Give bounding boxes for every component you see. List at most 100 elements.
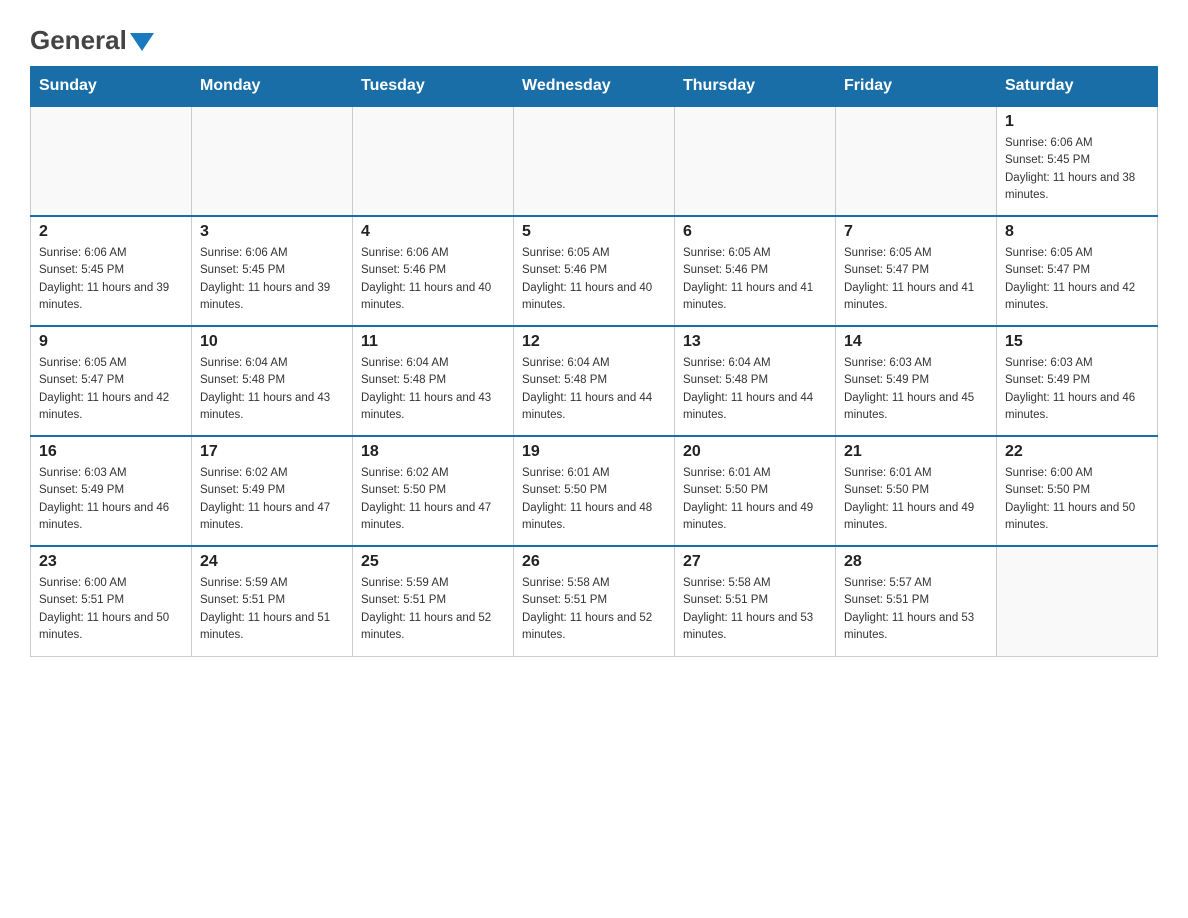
calendar-table: SundayMondayTuesdayWednesdayThursdayFrid… (30, 66, 1158, 657)
calendar-cell: 7Sunrise: 6:05 AM Sunset: 5:47 PM Daylig… (836, 216, 997, 326)
day-info: Sunrise: 6:06 AM Sunset: 5:46 PM Dayligh… (361, 245, 505, 314)
day-info: Sunrise: 6:04 AM Sunset: 5:48 PM Dayligh… (200, 355, 344, 424)
day-info: Sunrise: 6:05 AM Sunset: 5:46 PM Dayligh… (522, 245, 666, 314)
calendar-cell: 19 Sunrise: 6:01 AM Sunset: 5:50 PM Dayli… (514, 436, 675, 546)
calendar-cell: 11 Sunrise: 6:04 AM Sunset: 5:48 PM Dayli… (353, 326, 514, 436)
day-number: 20 (683, 443, 827, 461)
day-number: 6 (683, 223, 827, 241)
calendar-cell: 24 Sunrise: 5:59 AM Sunset: 5:51 PM Dayli… (192, 546, 353, 656)
calendar-cell (192, 106, 353, 216)
calendar-cell: 10 Sunrise: 6:04 AM Sunset: 5:48 PM Dayli… (192, 326, 353, 436)
day-number: 23 (39, 553, 183, 571)
calendar-cell (514, 106, 675, 216)
day-number: 4 (361, 223, 505, 241)
day-number: 5 (522, 223, 666, 241)
day-of-week-header: Sunday (31, 67, 192, 107)
day-number: 19 (522, 443, 666, 461)
calendar-cell: 25 Sunrise: 5:59 AM Sunset: 5:51 PM Dayli… (353, 546, 514, 656)
day-number: 14 (844, 333, 988, 351)
day-info: Sunrise: 6:00 AM Sunset: 5:51 PM Dayligh… (39, 575, 183, 644)
calendar-cell: 2 Sunrise: 6:06 AM Sunset: 5:45 PM Daylig… (31, 216, 192, 326)
day-number: 2 (39, 223, 183, 241)
page-header: General (30, 20, 1158, 56)
day-info: Sunrise: 6:03 AM Sunset: 5:49 PM Dayligh… (1005, 355, 1149, 424)
day-number: 7 (844, 223, 988, 241)
calendar-cell: 8 Sunrise: 6:05 AM Sunset: 5:47 PM Daylig… (997, 216, 1158, 326)
day-number: 22 (1005, 443, 1149, 461)
logo-arrow-icon (130, 33, 154, 51)
day-number: 10 (200, 333, 344, 351)
day-of-week-header: Monday (192, 67, 353, 107)
day-number: 3 (200, 223, 344, 241)
day-of-week-header: Tuesday (353, 67, 514, 107)
day-info: Sunrise: 6:06 AM Sunset: 5:45 PM Dayligh… (39, 245, 183, 314)
calendar-cell: 17 Sunrise: 6:02 AM Sunset: 5:49 PM Dayli… (192, 436, 353, 546)
calendar-week-row: 16 Sunrise: 6:03 AM Sunset: 5:49 PM Dayli… (31, 436, 1158, 546)
day-info: Sunrise: 6:02 AM Sunset: 5:49 PM Dayligh… (200, 465, 344, 534)
calendar-cell: 13 Sunrise: 6:04 AM Sunset: 5:48 PM Dayli… (675, 326, 836, 436)
day-number: 25 (361, 553, 505, 571)
calendar-cell: 14 Sunrise: 6:03 AM Sunset: 5:49 PM Dayli… (836, 326, 997, 436)
day-info: Sunrise: 6:05 AM Sunset: 5:47 PM Dayligh… (39, 355, 183, 424)
calendar-cell: 5 Sunrise: 6:05 AM Sunset: 5:46 PM Daylig… (514, 216, 675, 326)
day-number: 26 (522, 553, 666, 571)
calendar-cell (836, 106, 997, 216)
day-info: Sunrise: 6:03 AM Sunset: 5:49 PM Dayligh… (39, 465, 183, 534)
calendar-cell: 1Sunrise: 6:06 AM Sunset: 5:45 PM Daylig… (997, 106, 1158, 216)
calendar-cell: 4 Sunrise: 6:06 AM Sunset: 5:46 PM Daylig… (353, 216, 514, 326)
calendar-header-row: SundayMondayTuesdayWednesdayThursdayFrid… (31, 67, 1158, 107)
day-info: Sunrise: 5:58 AM Sunset: 5:51 PM Dayligh… (683, 575, 827, 644)
calendar-cell: 28 Sunrise: 5:57 AM Sunset: 5:51 PM Dayli… (836, 546, 997, 656)
day-info: Sunrise: 5:59 AM Sunset: 5:51 PM Dayligh… (200, 575, 344, 644)
day-number: 17 (200, 443, 344, 461)
day-number: 18 (361, 443, 505, 461)
day-number: 8 (1005, 223, 1149, 241)
day-info: Sunrise: 6:00 AM Sunset: 5:50 PM Dayligh… (1005, 465, 1149, 534)
day-number: 9 (39, 333, 183, 351)
calendar-cell: 27 Sunrise: 5:58 AM Sunset: 5:51 PM Dayli… (675, 546, 836, 656)
calendar-cell (997, 546, 1158, 656)
day-number: 28 (844, 553, 988, 571)
day-of-week-header: Saturday (997, 67, 1158, 107)
calendar-week-row: 9 Sunrise: 6:05 AM Sunset: 5:47 PM Daylig… (31, 326, 1158, 436)
day-info: Sunrise: 6:02 AM Sunset: 5:50 PM Dayligh… (361, 465, 505, 534)
day-number: 24 (200, 553, 344, 571)
day-info: Sunrise: 5:59 AM Sunset: 5:51 PM Dayligh… (361, 575, 505, 644)
day-info: Sunrise: 6:01 AM Sunset: 5:50 PM Dayligh… (522, 465, 666, 534)
day-number: 27 (683, 553, 827, 571)
calendar-cell: 16 Sunrise: 6:03 AM Sunset: 5:49 PM Dayli… (31, 436, 192, 546)
day-info: Sunrise: 6:04 AM Sunset: 5:48 PM Dayligh… (522, 355, 666, 424)
day-info: Sunrise: 6:04 AM Sunset: 5:48 PM Dayligh… (683, 355, 827, 424)
calendar-cell: 23 Sunrise: 6:00 AM Sunset: 5:51 PM Dayli… (31, 546, 192, 656)
calendar-cell (353, 106, 514, 216)
calendar-cell: 12 Sunrise: 6:04 AM Sunset: 5:48 PM Dayli… (514, 326, 675, 436)
day-number: 12 (522, 333, 666, 351)
day-info: Sunrise: 6:03 AM Sunset: 5:49 PM Dayligh… (844, 355, 988, 424)
day-number: 13 (683, 333, 827, 351)
logo-general-text: General (30, 25, 127, 56)
day-info: Sunrise: 6:01 AM Sunset: 5:50 PM Dayligh… (683, 465, 827, 534)
day-info: Sunrise: 6:04 AM Sunset: 5:48 PM Dayligh… (361, 355, 505, 424)
day-info: Sunrise: 6:06 AM Sunset: 5:45 PM Dayligh… (200, 245, 344, 314)
day-info: Sunrise: 6:05 AM Sunset: 5:46 PM Dayligh… (683, 245, 827, 314)
calendar-cell: 6 Sunrise: 6:05 AM Sunset: 5:46 PM Daylig… (675, 216, 836, 326)
calendar-week-row: 23 Sunrise: 6:00 AM Sunset: 5:51 PM Dayli… (31, 546, 1158, 656)
logo: General (30, 20, 154, 56)
day-number: 1 (1005, 113, 1149, 131)
calendar-cell (675, 106, 836, 216)
calendar-cell: 18 Sunrise: 6:02 AM Sunset: 5:50 PM Dayli… (353, 436, 514, 546)
calendar-cell (31, 106, 192, 216)
day-info: Sunrise: 5:58 AM Sunset: 5:51 PM Dayligh… (522, 575, 666, 644)
day-info: Sunrise: 6:05 AM Sunset: 5:47 PM Dayligh… (1005, 245, 1149, 314)
day-info: Sunrise: 5:57 AM Sunset: 5:51 PM Dayligh… (844, 575, 988, 644)
calendar-cell: 20 Sunrise: 6:01 AM Sunset: 5:50 PM Dayli… (675, 436, 836, 546)
day-number: 11 (361, 333, 505, 351)
calendar-cell: 26 Sunrise: 5:58 AM Sunset: 5:51 PM Dayli… (514, 546, 675, 656)
calendar-cell: 9 Sunrise: 6:05 AM Sunset: 5:47 PM Daylig… (31, 326, 192, 436)
calendar-week-row: 1Sunrise: 6:06 AM Sunset: 5:45 PM Daylig… (31, 106, 1158, 216)
calendar-cell: 15 Sunrise: 6:03 AM Sunset: 5:49 PM Dayli… (997, 326, 1158, 436)
day-number: 16 (39, 443, 183, 461)
day-number: 15 (1005, 333, 1149, 351)
calendar-cell: 22 Sunrise: 6:00 AM Sunset: 5:50 PM Dayli… (997, 436, 1158, 546)
day-of-week-header: Thursday (675, 67, 836, 107)
